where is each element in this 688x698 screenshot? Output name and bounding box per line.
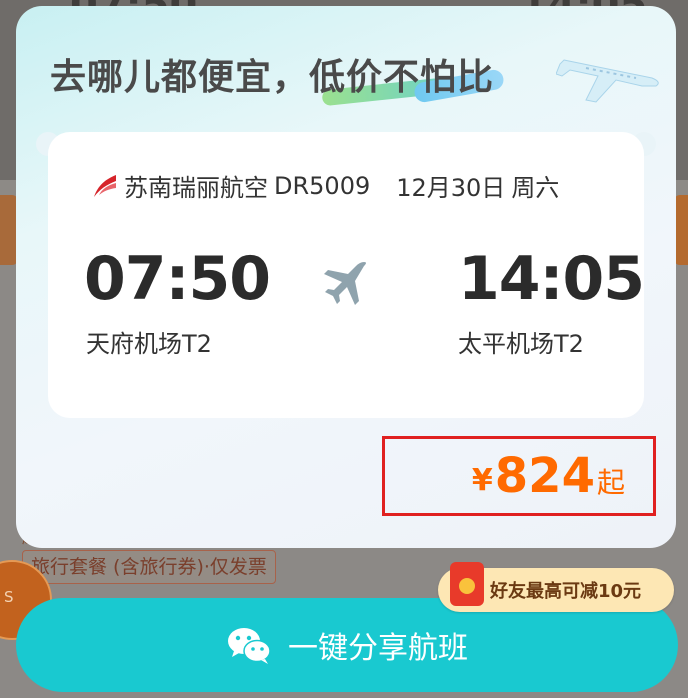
background-banner-right	[674, 195, 688, 265]
depart-time: 07:50	[84, 244, 271, 314]
red-packet-icon	[450, 562, 484, 606]
flight-number: DR5009	[274, 171, 371, 200]
flight-info-row: 苏南瑞丽航空 DR5009 12月30日 周六	[92, 168, 559, 203]
wechat-icon	[228, 628, 271, 664]
friend-discount-text: 好友最高可减10元	[490, 581, 642, 602]
background-float-label: S	[4, 588, 14, 606]
arrive-time: 14:05	[458, 244, 645, 314]
share-flight-button[interactable]: 一键分享航班	[16, 598, 678, 692]
poster-headline: 去哪儿都便宜，低价不怕比	[50, 57, 495, 98]
arrive-airport: 太平机场T2	[458, 330, 584, 358]
share-poster-card: 去哪儿都便宜，低价不怕比 苏南瑞丽航空 DR5009 12月30日 周六 07:…	[16, 6, 676, 548]
price-currency: ¥	[471, 462, 493, 498]
depart-airport: 天府机场T2	[86, 330, 212, 358]
share-button-label: 一键分享航班	[288, 631, 468, 666]
background-package-tag: 旅行套餐 (含旅行券)·仅发票	[22, 550, 276, 584]
flight-ticket: 苏南瑞丽航空 DR5009 12月30日 周六 07:50 天府机场T2 14:…	[48, 132, 645, 418]
plane-decoration-icon	[556, 59, 659, 103]
price-highlight: ¥ 824 起	[382, 436, 656, 516]
airline-name: 苏南瑞丽航空	[124, 174, 268, 202]
flight-weekday: 周六	[511, 174, 560, 202]
plane-icon	[324, 262, 366, 305]
price-amount: 824	[494, 448, 595, 504]
flight-date: 12月30日	[396, 174, 506, 202]
price-suffix: 起	[596, 466, 625, 499]
airline-logo-icon	[94, 174, 116, 197]
